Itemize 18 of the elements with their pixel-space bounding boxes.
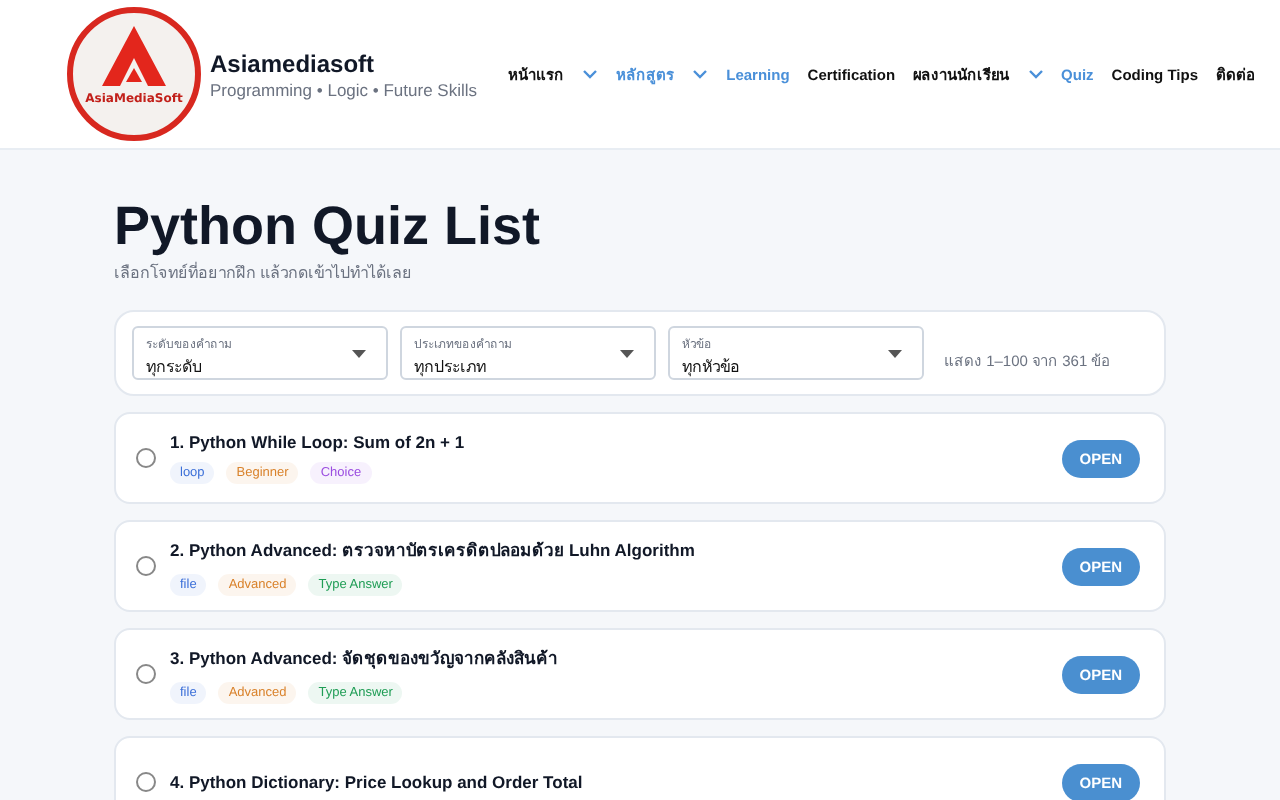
caret-icon [352, 350, 366, 358]
radio-button[interactable] [136, 664, 156, 684]
radio-button[interactable] [136, 772, 156, 792]
chevron-down-icon [1027, 68, 1044, 80]
caret-icon [620, 350, 634, 358]
page-title: Python Quiz List [114, 194, 542, 258]
quiz-title: 4. Python Dictionary: Price Lookup and Order Total [170, 772, 585, 792]
caret-icon [888, 350, 902, 358]
brand-tagline: Programming • Logic • Future Skills [210, 79, 477, 99]
quiz-title: 3. Python Advanced: จัดชุดของขวัญจากคลังสินค้า [170, 646, 561, 672]
radio-button[interactable] [136, 556, 156, 576]
page-subtitle: เลือกโจทย์ที่อยากฝึก แล้วกดเข้าไปทำได้เลย [114, 260, 415, 286]
brand-name: Asiamediasoft [210, 49, 377, 77]
quiz-title: 2. Python Advanced: ตรวจหาบัตรเครดิตปลอมด้วย Luhn Algorithm [170, 538, 697, 564]
chevron-down-icon [692, 68, 709, 80]
chevron-down-icon [582, 68, 599, 80]
quiz-title: 1. Python While Loop: Sum of 2n + 1 [170, 432, 467, 452]
radio-button[interactable] [136, 448, 156, 468]
